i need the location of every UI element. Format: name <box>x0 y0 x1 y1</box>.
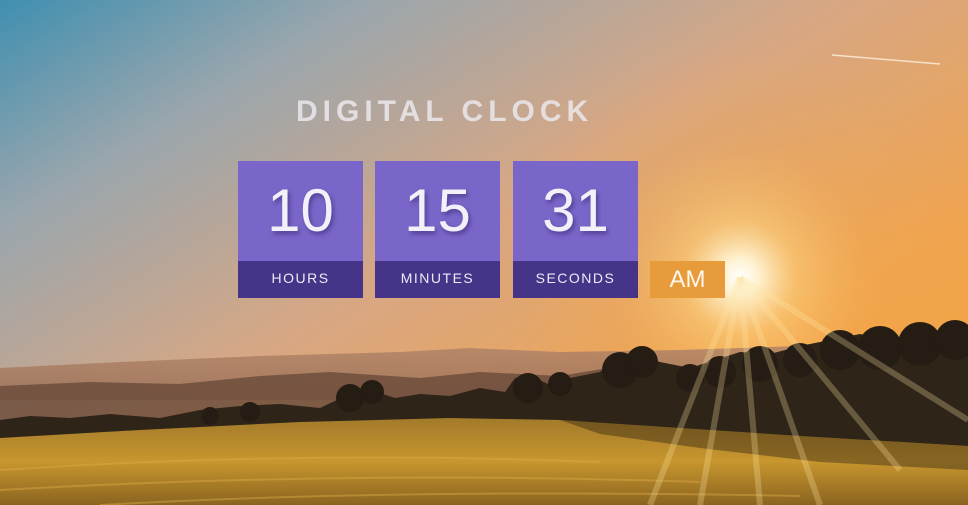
minutes-label: MINUTES <box>375 261 500 298</box>
hours-tile: 10 HOURS <box>238 161 363 298</box>
page-title: DIGITAL CLOCK <box>296 95 594 128</box>
hours-label: HOURS <box>238 261 363 298</box>
seconds-tile: 31 SECONDS <box>513 161 638 298</box>
seconds-value: 31 <box>513 161 638 261</box>
minutes-value: 15 <box>375 161 500 261</box>
hours-value: 10 <box>238 161 363 261</box>
am-pm-badge: AM <box>650 261 725 298</box>
minutes-tile: 15 MINUTES <box>375 161 500 298</box>
seconds-label: SECONDS <box>513 261 638 298</box>
